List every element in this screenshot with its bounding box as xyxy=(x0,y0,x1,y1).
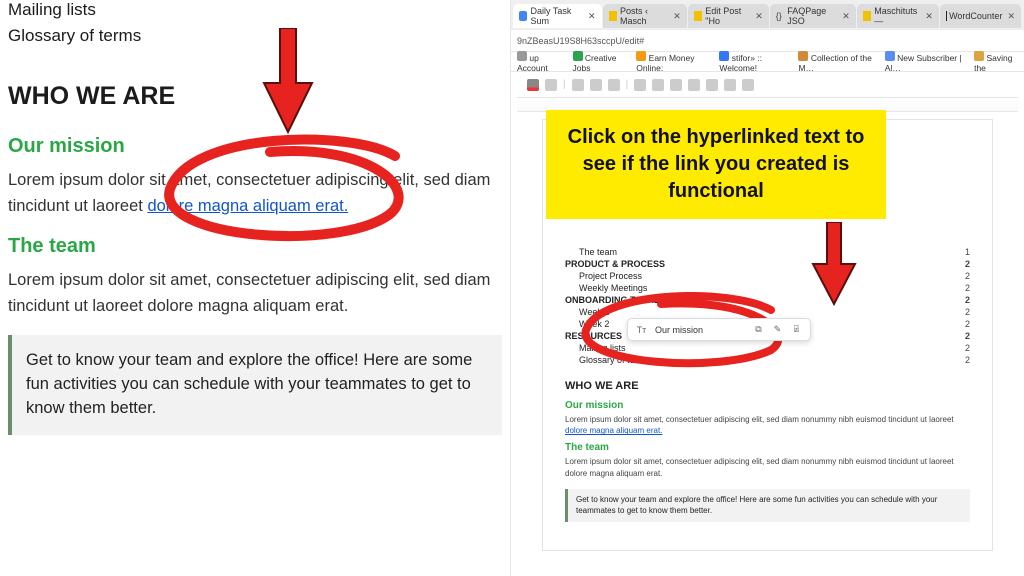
link-popover: Tт Our mission ⧉ ✎ ⍯ xyxy=(627,318,811,341)
toc-row[interactable]: Project Process 2 xyxy=(565,270,970,282)
hyperlink-text[interactable]: dolore magna aliquam erat. xyxy=(565,426,662,435)
link-target-label[interactable]: Our mission xyxy=(655,325,745,335)
bookmark-link[interactable]: Collection of the M… xyxy=(798,51,874,73)
toc-page-number: 2 xyxy=(965,259,970,269)
browser-tab[interactable]: {}FAQPage JSO ✕ xyxy=(770,4,856,28)
tab-label: Edit Post "Ho xyxy=(705,6,750,26)
bookmark-link[interactable]: Creative Jobs xyxy=(573,51,627,73)
annotation-callout: Click on the hyperlinked text to see if … xyxy=(546,110,886,219)
toc-page-number: 1 xyxy=(965,247,970,257)
toc-page-number: 2 xyxy=(965,355,970,365)
align-icon[interactable] xyxy=(634,79,646,91)
docs-icon xyxy=(519,11,527,21)
remove-link-icon[interactable]: ⍯ xyxy=(791,324,802,335)
nav-item: Glossary of terms xyxy=(8,26,502,46)
text-color-icon[interactable] xyxy=(527,79,539,91)
numbered-list-icon[interactable] xyxy=(688,79,700,91)
bookmarks-bar: up Account Creative Jobs Earn Money Onli… xyxy=(511,52,1024,72)
toc-page-number: 2 xyxy=(965,283,970,293)
page-title: WHO WE ARE xyxy=(8,82,502,111)
bookmark-link[interactable]: stifor» :: Welcome! xyxy=(719,51,788,73)
close-icon[interactable]: ✕ xyxy=(588,11,596,22)
indent-more-icon[interactable] xyxy=(724,79,736,91)
toc-page-number: 2 xyxy=(965,343,970,353)
team-paragraph: Lorem ipsum dolor sit amet, consectetuer… xyxy=(8,268,502,319)
toc-page-number: 2 xyxy=(965,271,970,281)
address-bar[interactable]: 9nZBeasU19S8H63sccpU/edit# xyxy=(511,30,1024,52)
copy-link-icon[interactable]: ⧉ xyxy=(753,324,764,335)
bookmark-link[interactable]: up Account xyxy=(517,51,563,73)
close-icon[interactable]: ✕ xyxy=(755,11,763,22)
list-icon[interactable] xyxy=(670,79,682,91)
docs-toolbar: | | xyxy=(517,72,1018,98)
callout-box: Get to know your team and explore the of… xyxy=(565,489,970,523)
bookmark-icon xyxy=(517,51,527,61)
annotation-circle-icon xyxy=(150,134,430,254)
callout-box: Get to know your team and explore the of… xyxy=(8,335,502,435)
left-panel: Mailing lists Glossary of terms WHO WE A… xyxy=(0,0,510,576)
close-icon[interactable]: ✕ xyxy=(1007,11,1015,22)
tab-label: Maschituts — xyxy=(874,6,920,26)
link-icon[interactable] xyxy=(572,79,584,91)
braces-icon: {} xyxy=(776,11,784,21)
mission-paragraph: Lorem ipsum dolor sit amet, consectetuer… xyxy=(565,414,970,436)
heading-type-icon: Tт xyxy=(636,324,647,335)
section-heading-mission: Our mission xyxy=(565,400,970,411)
browser-window: Daily Task Sum ✕ Posts ‹ Masch ✕ Edit Post… xyxy=(510,0,1024,576)
tab-label: Posts ‹ Masch xyxy=(620,6,668,26)
bookmark-icon xyxy=(636,51,646,61)
toc-page-number: 2 xyxy=(965,319,970,329)
line-spacing-icon[interactable] xyxy=(652,79,664,91)
browser-tab[interactable]: Daily Task Sum ✕ xyxy=(513,4,602,28)
toc-label: The team xyxy=(565,247,617,257)
paragraph-text: Lorem ipsum dolor sit amet, consectetuer… xyxy=(565,415,954,424)
page-title: WHO WE ARE xyxy=(565,380,970,392)
toc-row[interactable]: PRODUCT & PROCESS 2 xyxy=(565,258,970,270)
bookmark-link[interactable]: New Subscriber | Al… xyxy=(885,51,964,73)
bookmark-icon xyxy=(974,51,984,61)
toc-page-number: 2 xyxy=(965,295,970,305)
bookmark-icon xyxy=(573,51,583,61)
site-icon xyxy=(694,11,702,21)
tab-label: WordCounter xyxy=(949,11,1002,21)
annotation-arrow-icon xyxy=(811,222,857,308)
close-icon[interactable]: ✕ xyxy=(673,11,681,22)
close-icon[interactable]: ✕ xyxy=(925,11,933,22)
bookmark-icon xyxy=(798,51,808,61)
browser-tab[interactable]: Maschituts — ✕ xyxy=(857,4,939,28)
browser-tab[interactable]: Edit Post "Ho ✕ xyxy=(688,4,769,28)
comment-icon[interactable] xyxy=(590,79,602,91)
bookmark-icon xyxy=(885,51,895,61)
close-icon[interactable]: ✕ xyxy=(842,11,850,22)
tab-label: Daily Task Sum xyxy=(530,6,583,26)
team-paragraph: Lorem ipsum dolor sit amet, consectetuer… xyxy=(565,456,970,478)
toc-page-number: 2 xyxy=(965,307,970,317)
annotation-arrow-icon xyxy=(260,28,316,138)
site-icon xyxy=(609,11,617,21)
indent-less-icon[interactable] xyxy=(706,79,718,91)
tab-strip: Daily Task Sum ✕ Posts ‹ Masch ✕ Edit Post… xyxy=(511,0,1024,30)
browser-tab[interactable]: Posts ‹ Masch ✕ xyxy=(603,4,687,28)
site-icon xyxy=(863,11,871,21)
toc-label: Project Process xyxy=(565,271,642,281)
bookmark-link[interactable]: Saving the xyxy=(974,51,1018,73)
toc-row[interactable]: The team 1 xyxy=(565,246,970,258)
image-icon[interactable] xyxy=(608,79,620,91)
edit-link-icon[interactable]: ✎ xyxy=(772,324,783,335)
section-heading-team: The team xyxy=(565,442,970,453)
toc-label: PRODUCT & PROCESS xyxy=(565,259,665,269)
clear-format-icon[interactable] xyxy=(742,79,754,91)
tab-label: FAQPage JSO xyxy=(787,6,837,26)
browser-tab[interactable]: WordCounter ✕ xyxy=(940,4,1021,28)
bookmark-icon xyxy=(719,51,729,61)
bookmark-link[interactable]: Earn Money Online: xyxy=(636,51,709,73)
highlight-icon[interactable] xyxy=(545,79,557,91)
toc-page-number: 2 xyxy=(965,331,970,341)
nav-item: Mailing lists xyxy=(8,0,502,20)
